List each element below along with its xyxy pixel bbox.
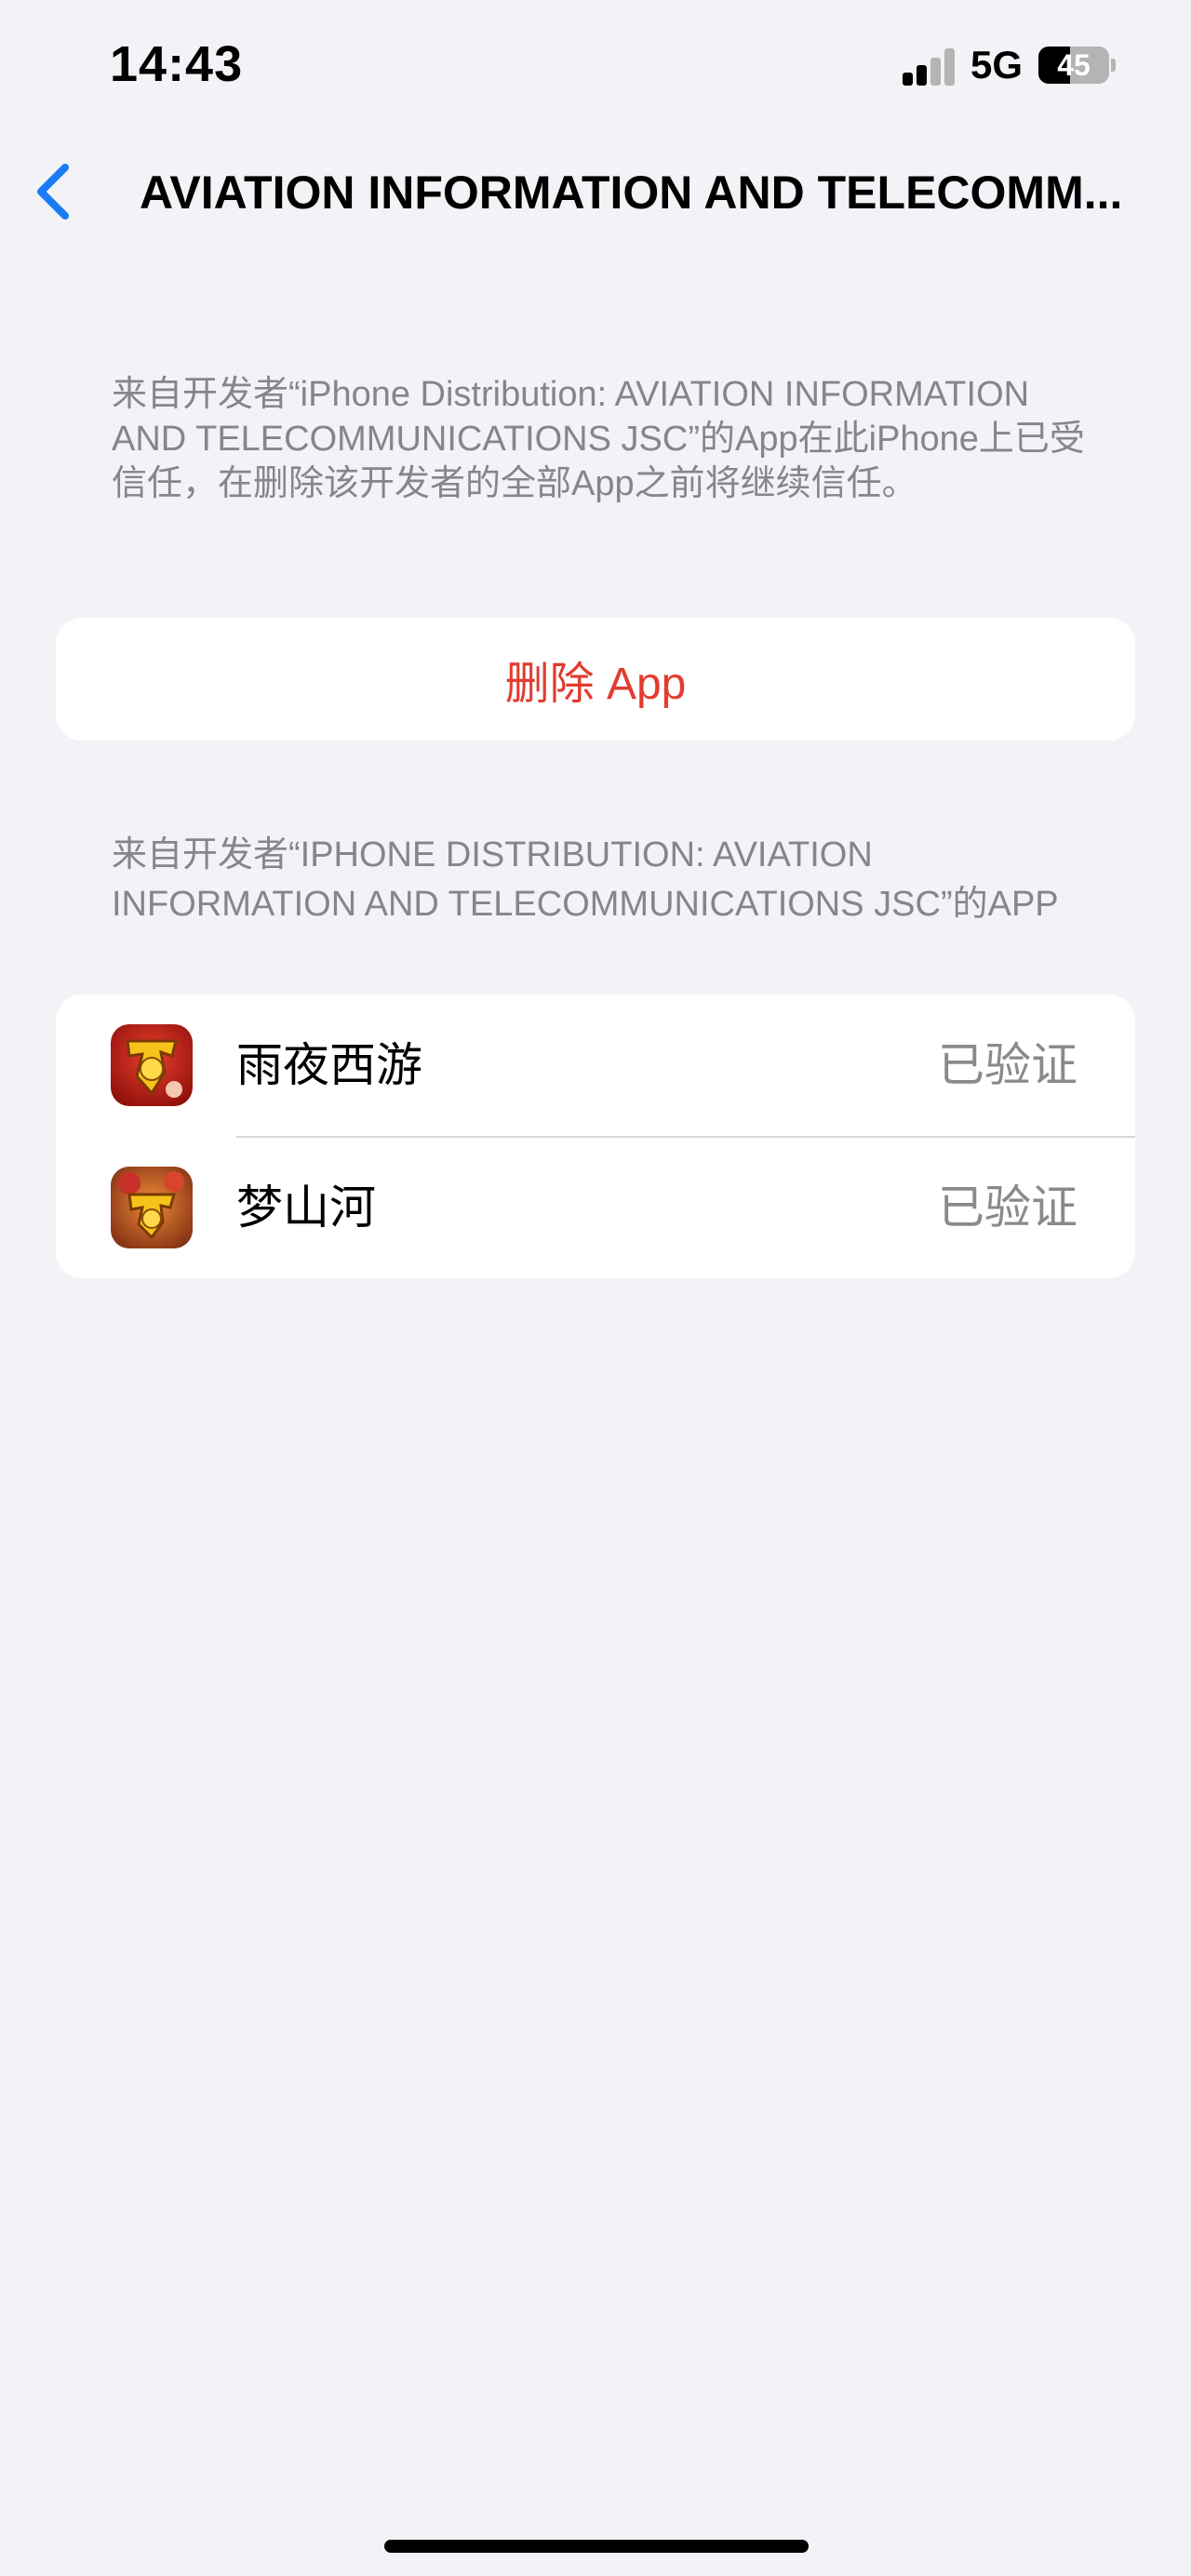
verified-status: 已验证: [938, 1039, 1077, 1091]
game-app-icon: [111, 1024, 193, 1106]
app-name: 梦山河: [236, 1181, 376, 1234]
app-row[interactable]: 雨夜西游 已验证: [56, 994, 1135, 1138]
app-name: 雨夜西游: [236, 1039, 422, 1091]
battery-icon: 45: [1038, 47, 1109, 84]
network-type: 5G: [970, 43, 1024, 87]
apps-section-header: 来自开发者“IPHONE DISTRIBUTION: AVIATION INFO…: [112, 835, 1059, 924]
status-bar: 14:43 5G 45: [0, 0, 1191, 140]
home-indicator[interactable]: [384, 2540, 809, 2553]
battery-percentage: 45: [1057, 48, 1091, 82]
delete-app-card: 删除 App: [56, 618, 1135, 741]
status-time: 14:43: [110, 36, 244, 92]
apps-list: 雨夜西游 已验证 梦山河 已验证: [56, 994, 1135, 1278]
battery-cap: [1111, 59, 1116, 72]
verified-status: 已验证: [938, 1181, 1077, 1234]
back-button[interactable]: [28, 156, 84, 227]
chevron-left-icon: [37, 164, 69, 220]
trust-description: 来自开发者“iPhone Distribution: AVIATION INFO…: [112, 375, 1085, 503]
page-title: AVIATION INFORMATION AND TELECOMM...: [140, 167, 1123, 219]
game-app-icon: [111, 1167, 193, 1248]
app-row[interactable]: 梦山河 已验证: [56, 1137, 1135, 1278]
delete-app-button[interactable]: 删除 App: [56, 618, 1135, 741]
cellular-signal-icon: [903, 48, 955, 86]
